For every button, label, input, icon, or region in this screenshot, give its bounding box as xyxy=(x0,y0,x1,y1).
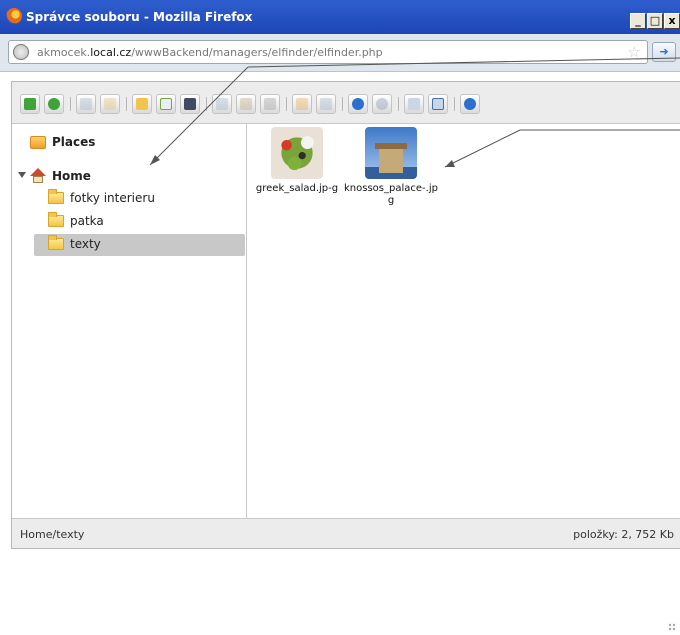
window-titlebar[interactable]: Správce souboru - Mozilla Firefox _ □ x xyxy=(0,0,680,34)
tree-item-home[interactable]: Home xyxy=(18,166,238,188)
upload-icon[interactable] xyxy=(180,94,200,114)
back-icon[interactable] xyxy=(20,94,40,114)
home-icon xyxy=(30,168,46,184)
tree-item-fotky-interieru[interactable]: fotky interieru xyxy=(34,188,246,210)
url-field[interactable]: akmocek.local.cz/wwwBackend/managers/elf… xyxy=(8,40,648,64)
file-list: greek_salad.jp-g knossos_palace-.jpg xyxy=(248,124,680,518)
tree-item-label: patka xyxy=(70,214,104,228)
reload-icon[interactable] xyxy=(44,94,64,114)
file-item[interactable]: greek_salad.jp-g xyxy=(249,127,345,217)
new-file-icon[interactable] xyxy=(156,94,176,114)
navigation-bar: akmocek.local.cz/wwwBackend/managers/elf… xyxy=(0,34,680,72)
cut-icon[interactable] xyxy=(260,94,280,114)
folder-icon xyxy=(48,212,64,227)
page-content: Places Home fotky interieru patka texty xyxy=(0,72,680,635)
site-identity-icon[interactable] xyxy=(13,44,29,60)
file-thumbnail xyxy=(365,127,417,179)
file-name: greek_salad.jp-g xyxy=(255,183,339,194)
file-manager-toolbar xyxy=(12,82,680,124)
paste-icon[interactable] xyxy=(236,94,256,114)
tree-item-label: Home xyxy=(52,169,91,183)
tree-item-texty[interactable]: texty xyxy=(34,234,245,256)
toolbar-separator xyxy=(342,97,343,111)
help-icon[interactable] xyxy=(460,94,480,114)
maximize-button[interactable]: □ xyxy=(647,13,663,29)
list-view-icon[interactable] xyxy=(428,94,448,114)
go-button[interactable]: ➜ xyxy=(652,42,676,62)
open-icon[interactable] xyxy=(76,94,96,114)
info-icon[interactable] xyxy=(348,94,368,114)
resize-grip[interactable] xyxy=(668,623,676,631)
edit-icon[interactable] xyxy=(316,94,336,114)
icons-view-icon[interactable] xyxy=(404,94,424,114)
new-folder-icon[interactable] xyxy=(132,94,152,114)
edit-folder-icon[interactable] xyxy=(100,94,120,114)
toolbar-separator xyxy=(70,97,71,111)
tree-item-patka[interactable]: patka xyxy=(34,211,246,233)
status-bar: Home/texty položky: 2, 752 Kb xyxy=(12,518,680,548)
window-controls: _ □ x xyxy=(630,13,680,29)
toolbar-separator xyxy=(126,97,127,111)
toolbar-separator xyxy=(286,97,287,111)
preview-icon[interactable] xyxy=(372,94,392,114)
tree-item-label: Places xyxy=(52,135,96,149)
file-item[interactable]: knossos_palace-.jpg xyxy=(343,127,439,217)
file-name: knossos_palace-.jpg xyxy=(344,183,438,206)
tree-item-label: fotky interieru xyxy=(70,191,155,205)
rename-icon[interactable] xyxy=(292,94,312,114)
file-manager: Places Home fotky interieru patka texty xyxy=(11,81,680,549)
folder-icon xyxy=(48,235,64,250)
folder-icon xyxy=(48,189,64,204)
toolbar-separator xyxy=(454,97,455,111)
minimize-button[interactable]: _ xyxy=(630,13,646,29)
status-info: položky: 2, 752 Kb xyxy=(573,528,674,541)
bookmark-star-icon[interactable]: ☆ xyxy=(628,44,641,60)
copy-icon[interactable] xyxy=(212,94,232,114)
file-thumbnail xyxy=(271,127,323,179)
toolbar-separator xyxy=(206,97,207,111)
folder-tree: Places Home fotky interieru patka texty xyxy=(12,124,247,518)
places-icon xyxy=(30,136,46,149)
firefox-icon xyxy=(6,8,22,24)
close-button[interactable]: x xyxy=(664,13,680,29)
chevron-down-icon[interactable] xyxy=(18,172,26,178)
url-text: akmocek.local.cz/wwwBackend/managers/elf… xyxy=(37,46,383,59)
status-path: Home/texty xyxy=(20,528,85,541)
toolbar-separator xyxy=(398,97,399,111)
tree-item-label: texty xyxy=(70,237,101,251)
window-title: Správce souboru - Mozilla Firefox xyxy=(26,10,253,24)
tree-item-places[interactable]: Places xyxy=(18,132,238,154)
